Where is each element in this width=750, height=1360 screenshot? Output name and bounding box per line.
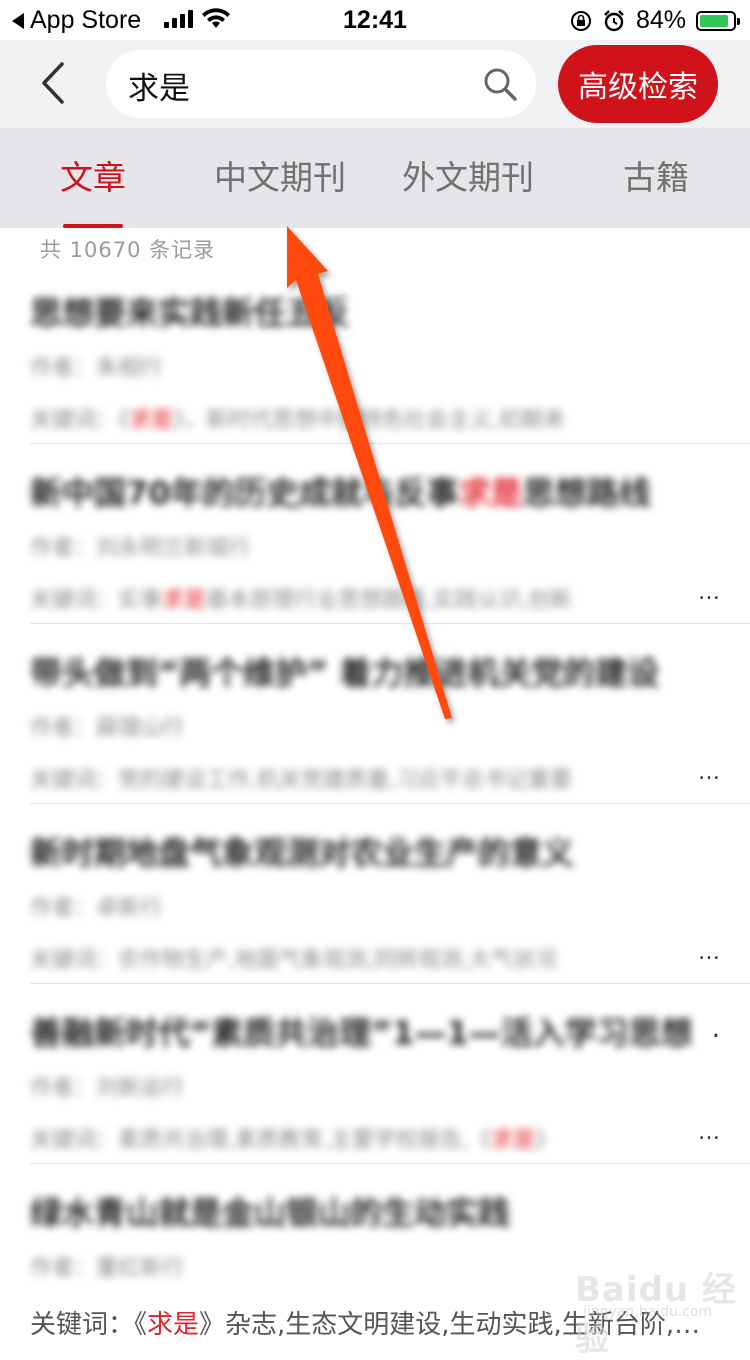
search-header: 高级检索: [0, 40, 750, 128]
item-author: 作者：朱相行: [30, 356, 163, 381]
item-title: 新时期地盘气象观测对农业生产的意义: [30, 834, 575, 872]
category-tabs: 文章 中文期刊 外文期刊 古籍: [0, 128, 750, 228]
item-keywords: 关键词：农作物生产,地面气象观测,同转观测,大气状况: [30, 948, 557, 973]
tab-label: 中文期刊: [214, 158, 346, 197]
tab-articles[interactable]: 文章: [40, 128, 146, 228]
list-item[interactable]: 新中国70年的历史成就与反事求是思想路线 作者：刘永明兰新城行 关键词：实事求是…: [0, 444, 750, 624]
back-chevron-icon: [42, 62, 64, 104]
item-title: 思想要来实践新任五反: [30, 294, 351, 332]
item-author: 作者：刘新运行: [30, 1076, 185, 1101]
item-keywords: 关键词：《求是》，新时代思想中国特色社会主义,初期来: [30, 408, 566, 433]
tab-chinese-journals[interactable]: 中文期刊: [200, 128, 360, 228]
item-keywords: 关键词：素质共治理,素质教育,主要学校报告,《求是》: [30, 1128, 558, 1153]
battery-icon: [696, 10, 740, 31]
item-author: 作者：薛理山行: [30, 716, 185, 741]
list-item[interactable]: 善融新时代“素质共治理”1—1—活入学习思想 作者：刘新运行 关键词：素质共治理…: [0, 984, 750, 1164]
item-title: 带头做到“两个维护” 着力推进机关党的建设: [30, 654, 660, 692]
tab-label: 外文期刊: [402, 158, 534, 197]
back-button[interactable]: [32, 58, 80, 108]
advanced-search-button[interactable]: 高级检索: [558, 45, 718, 123]
status-bar: App Store 12:41 84%: [0, 0, 750, 40]
list-item[interactable]: 新时期地盘气象观测对农业生产的意义 作者：卓新行 关键词：农作物生产,地面气象观…: [0, 804, 750, 984]
result-list: 思想要来实践新任五反 作者：朱相行 关键词：《求是》，新时代思想中国特色社会主义…: [0, 264, 750, 1344]
item-keywords: 关键词：党的建设工作,机关党建质量,习近平总书记重要: [30, 768, 572, 793]
search-box: [106, 50, 536, 118]
battery-percent: 84%: [635, 6, 686, 34]
tab-ancient-books[interactable]: 古籍: [610, 128, 702, 228]
baidu-jingyan-watermark: Baidu 经验 jingyan.baidu.com: [575, 1258, 745, 1359]
alarm-icon: [604, 9, 624, 31]
item-ellipsis: …: [698, 580, 720, 605]
tab-label: 古籍: [623, 158, 689, 197]
search-icon[interactable]: [482, 66, 518, 102]
list-item[interactable]: 带头做到“两个维护” 着力推进机关党的建设 作者：薛理山行 关键词：党的建设工作…: [0, 624, 750, 804]
item-title: 绿水青山就是金山银山的生动实践: [30, 1194, 511, 1232]
item-ellipsis: …: [698, 1120, 720, 1145]
item-author: 作者：刘永明兰新城行: [30, 536, 251, 561]
item-author: 作者：卓新行: [30, 896, 163, 921]
tab-foreign-journals[interactable]: 外文期刊: [388, 128, 548, 228]
item-ellipsis: …: [698, 940, 720, 965]
record-count: 共 10670 条记录: [40, 238, 216, 262]
list-item[interactable]: 思想要来实践新任五反 作者：朱相行 关键词：《求是》，新时代思想中国特色社会主义…: [0, 264, 750, 444]
item-author: 作者：董红新行: [30, 1256, 185, 1281]
watermark-sub: jingyan.baidu.com: [583, 1304, 713, 1320]
item-title-ellipsis: .: [711, 1014, 720, 1044]
tab-label: 文章: [60, 158, 126, 197]
item-title: 新中国70年的历史成就与反事求是思想路线: [30, 474, 651, 512]
lock-rotation-icon: [570, 10, 591, 31]
active-tab-underline: [63, 224, 123, 228]
item-ellipsis: …: [698, 760, 720, 785]
search-input[interactable]: [126, 60, 470, 110]
item-keywords: 关键词：实事求是基本原理行业思想路线,实践认识,创新: [30, 588, 573, 613]
item-title: 善融新时代“素质共治理”1—1—活入学习思想: [30, 1014, 693, 1052]
